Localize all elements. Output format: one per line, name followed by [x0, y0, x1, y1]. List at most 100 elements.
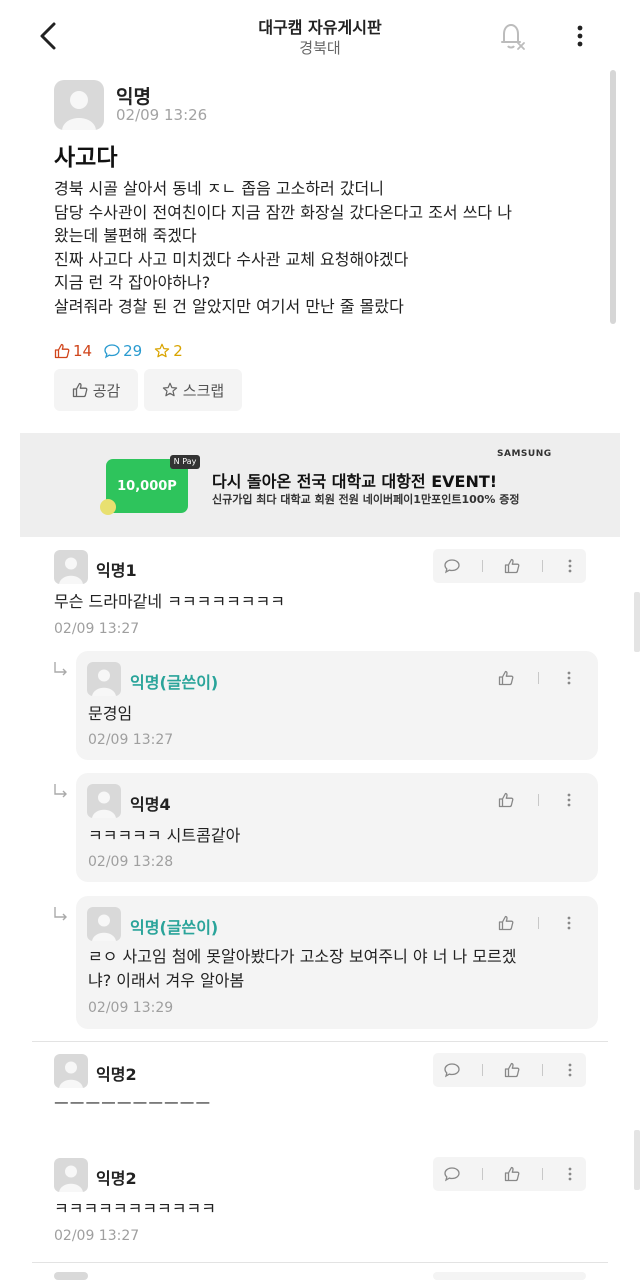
comment-author: 익명1: [96, 561, 137, 580]
avatar: [54, 1054, 88, 1088]
thumbs-up-icon[interactable]: [504, 1166, 520, 1182]
default-avatar-icon: [92, 914, 116, 941]
reply-icon[interactable]: [444, 1166, 460, 1182]
comment-actions: [486, 783, 586, 817]
comment-author: 익명(글쓴이): [130, 918, 219, 937]
reply-arrow-icon: [54, 662, 67, 676]
comment-text: 무슨 드라마같네 ㅋㅋㅋㅋㅋㅋㅋㅋ: [54, 592, 285, 611]
comment-actions: [433, 1272, 586, 1280]
separator: [481, 1064, 483, 1076]
more-vertical-icon[interactable]: [565, 1062, 575, 1078]
thumbs-up-icon: [72, 382, 88, 398]
comment-time: 02/09 13:27: [54, 1228, 140, 1244]
default-avatar-icon: [62, 91, 96, 130]
comment-text: ㅋㅋㅋㅋㅋㅋㅋㅋㅋㅋㅋ: [54, 1199, 216, 1218]
board-title: 대구캠 자유게시판: [258, 18, 382, 37]
separator: [542, 1064, 544, 1076]
reply-arrow-icon: [54, 907, 67, 921]
thumbs-up-icon[interactable]: [498, 915, 514, 931]
post-body-line: 살려줘라 경찰 된 건 알았지만 여기서 만난 줄 몰랐다: [54, 296, 404, 316]
like-button-label: 공감: [92, 381, 121, 400]
notification-toggle-button[interactable]: [498, 20, 526, 52]
point-card-amount: 10,000P: [117, 479, 177, 494]
scrollbar-thumb[interactable]: [610, 70, 616, 324]
star-icon: [162, 382, 177, 397]
default-avatar-icon: [92, 791, 116, 818]
post-body-line: 지금 런 각 잡아야하나?: [54, 273, 211, 292]
school-name: 경북대: [299, 39, 341, 57]
default-avatar-icon: [59, 557, 83, 584]
post-body-line: 경북 시골 살아서 동네 ㅈㄴ 좁음 고소하러 갔더니: [54, 179, 385, 198]
comment-author: 익명2: [96, 1169, 137, 1188]
avatar: [87, 907, 121, 941]
divider: [32, 1262, 608, 1263]
separator: [542, 560, 544, 572]
comment-actions: [486, 661, 586, 695]
like-button[interactable]: 공감: [54, 369, 138, 411]
separator: [538, 794, 540, 806]
post-body: 경북 시골 살아서 동네 ㅈㄴ 좁음 고소하러 갔더니 담당 수사관이 전여친이…: [54, 177, 604, 318]
separator: [481, 1168, 483, 1180]
scrollbar-track-marker: [634, 592, 640, 652]
avatar: [54, 550, 88, 584]
default-avatar-icon: [59, 1165, 83, 1192]
bell-off-icon: [501, 23, 525, 50]
reply-item: 익명(글쓴이) ㄹㅇ 사고임 첨에 못알아봤다가 고소장 보여주니 야 너 나 …: [76, 896, 598, 1029]
post-stats: 14 29 2: [54, 340, 195, 362]
comment-time: 02/09 13:27: [54, 621, 140, 637]
comment-author: 익명(글쓴이): [130, 673, 219, 692]
reply-item: 익명4 ㅋㅋㅋㅋㅋ 시트콤같아 02/09 13:28: [76, 773, 598, 882]
comment-text-line: ㄹㅇ 사고임 첨에 못알아봤다가 고소장 보여주니 야 너 나 모르겠: [88, 947, 517, 966]
more-vertical-icon[interactable]: [565, 1166, 575, 1182]
ad-banner[interactable]: 10,000P N Pay SAMSUNG 다시 돌아온 전국 대학교 대항전 …: [20, 433, 620, 537]
ad-brand: SAMSUNG: [497, 449, 552, 459]
comment-author: 익명2: [96, 1065, 137, 1084]
separator: [481, 560, 483, 572]
more-vertical-icon[interactable]: [564, 670, 574, 686]
thumbs-up-icon[interactable]: [498, 792, 514, 808]
comment-actions: [433, 549, 586, 583]
scrap-count-value: 2: [173, 342, 183, 360]
thumbs-up-icon: [54, 343, 70, 359]
comment-count: 29: [104, 342, 142, 360]
scrap-button-label: 스크랩: [182, 381, 225, 400]
reply-arrow-icon: [54, 784, 67, 798]
like-count-value: 14: [73, 342, 93, 360]
separator: [538, 672, 540, 684]
post-author: 익명: [116, 86, 151, 108]
scrollbar-track-marker: [634, 1130, 640, 1190]
comment-text-line: 냐? 이래서 겨우 알아봄: [88, 971, 245, 990]
thumbs-up-icon[interactable]: [504, 558, 520, 574]
separator: [542, 1168, 544, 1180]
avatar: [87, 662, 121, 696]
ad-subline: 신규가입 최다 대학교 회원 전원 네이버페이1만포인트100% 증정: [212, 493, 520, 506]
post-time: 02/09 13:26: [116, 106, 208, 124]
ad-headline: 다시 돌아온 전국 대학교 대항전 EVENT!: [212, 472, 498, 491]
top-bar: 대구캠 자유게시판 경북대: [0, 0, 640, 70]
divider: [32, 1041, 608, 1042]
more-vertical-icon: [577, 25, 583, 47]
avatar: [54, 80, 104, 130]
comment-time: 02/09 13:29: [88, 1000, 174, 1016]
comment-time: 02/09 13:27: [88, 732, 174, 748]
reply-icon[interactable]: [444, 1062, 460, 1078]
reply-icon[interactable]: [444, 558, 460, 574]
comment-text: ㅡㅡㅡㅡㅡㅡㅡㅡㅡㅡ: [54, 1094, 212, 1113]
more-options-button[interactable]: [568, 20, 592, 52]
thumbs-up-icon[interactable]: [498, 670, 514, 686]
more-vertical-icon[interactable]: [565, 558, 575, 574]
post-body-line: 담당 수사관이 전여친이다 지금 잠깐 화장실 갔다온다고 조서 쓰다 나: [54, 202, 512, 222]
scrap-button[interactable]: 스크랩: [144, 369, 242, 411]
default-avatar-icon: [92, 669, 116, 696]
comment-icon: [104, 344, 120, 359]
star-icon: [154, 343, 170, 358]
comment-text: 문경임: [88, 704, 133, 723]
more-vertical-icon[interactable]: [564, 792, 574, 808]
post-body-line: 왔는데 불편해 죽겠다: [54, 226, 197, 245]
comment-actions: [433, 1157, 586, 1191]
comment-time: 02/09 13:28: [88, 854, 174, 870]
post-body-line: 진짜 사고다 사고 미치겠다 수사관 교체 요청해야겠다: [54, 249, 409, 269]
thumbs-up-icon[interactable]: [504, 1062, 520, 1078]
comment-author: 익명4: [130, 795, 171, 814]
more-vertical-icon[interactable]: [564, 915, 574, 931]
